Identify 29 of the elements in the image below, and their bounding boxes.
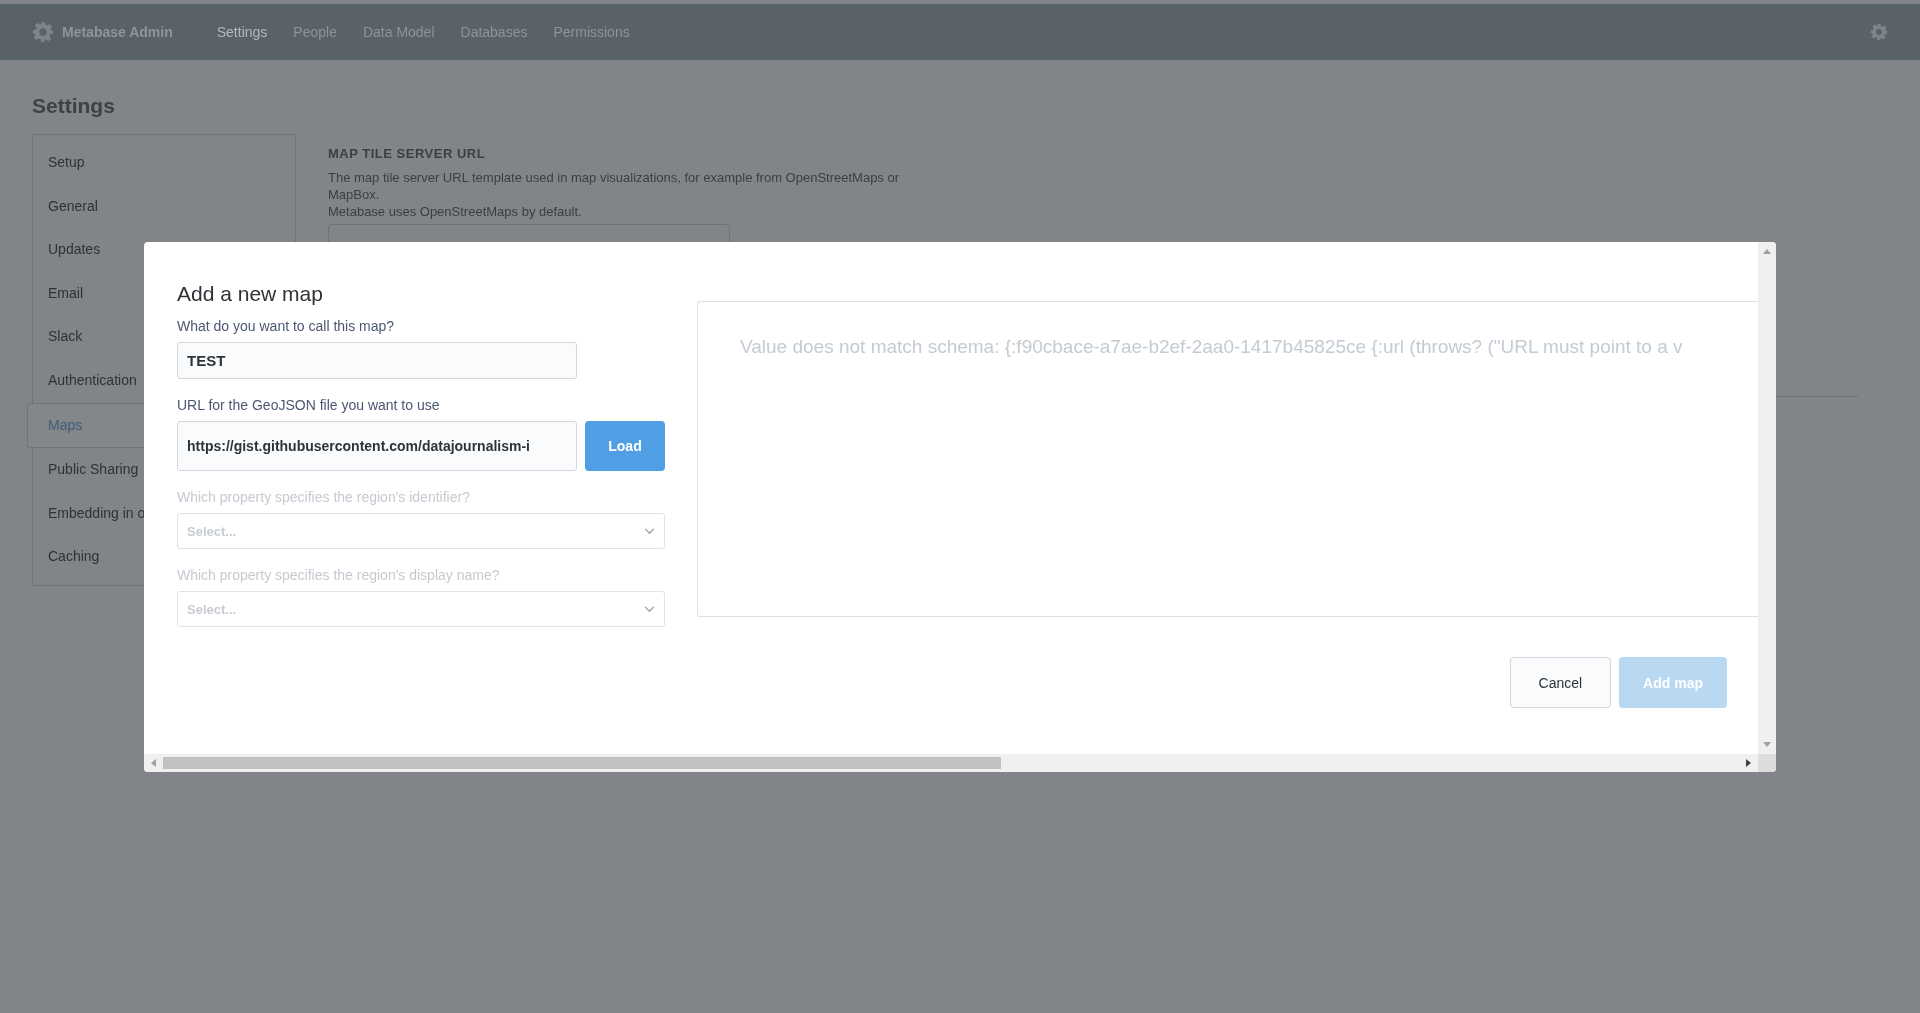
scroll-up-icon[interactable] [1763,249,1771,254]
map-name-field[interactable]: TEST [177,342,577,379]
setting-description: The map tile server URL template used in map visualizations, for example from OpenStreetMaps or MapBox. [328,169,901,203]
field-label: Which property specifies the region's display name? [177,567,501,583]
scroll-right-icon[interactable] [1746,759,1751,767]
gear-icon [32,21,54,43]
chevron-down-icon [644,605,655,613]
page-title: Settings [32,94,116,118]
settings-icon[interactable] [1870,23,1888,41]
field-label: URL for the GeoJSON file you want to use [177,397,441,413]
url-field[interactable]: https://gist.githubusercontent.com/datajournalism-i [177,421,577,471]
field-label: Which property specifies the region's identifier? [177,489,471,505]
scroll-left-icon[interactable] [151,759,156,767]
vertical-scrollbar[interactable] [1758,242,1776,754]
load-button[interactable]: Load [585,421,665,471]
scrollbar-thumb[interactable] [163,757,1001,769]
horizontal-scrollbar[interactable] [144,754,1758,772]
scroll-down-icon[interactable] [1763,742,1771,747]
sidebar-item[interactable]: General [33,184,295,229]
nav-tab[interactable]: Settings [216,24,268,40]
dialog-title: Add a new map [177,282,324,306]
error-message: Value does not match schema: {:f90cbace-a7ae-b2ef-2aa0-1417b45825ce {:url (throws? ("URL must point to a v [740,336,1683,357]
scrollbar-corner [1758,754,1776,772]
field-label: What do you want to call this map? [177,318,396,334]
cancel-button[interactable]: Cancel [1509,657,1612,708]
sidebar-item[interactable]: Setup [33,141,295,185]
setting-note: Metabase uses OpenStreetMaps by default. [328,203,583,220]
setting-heading: MAP TILE SERVER URL [328,146,487,161]
chevron-down-icon [644,527,655,535]
